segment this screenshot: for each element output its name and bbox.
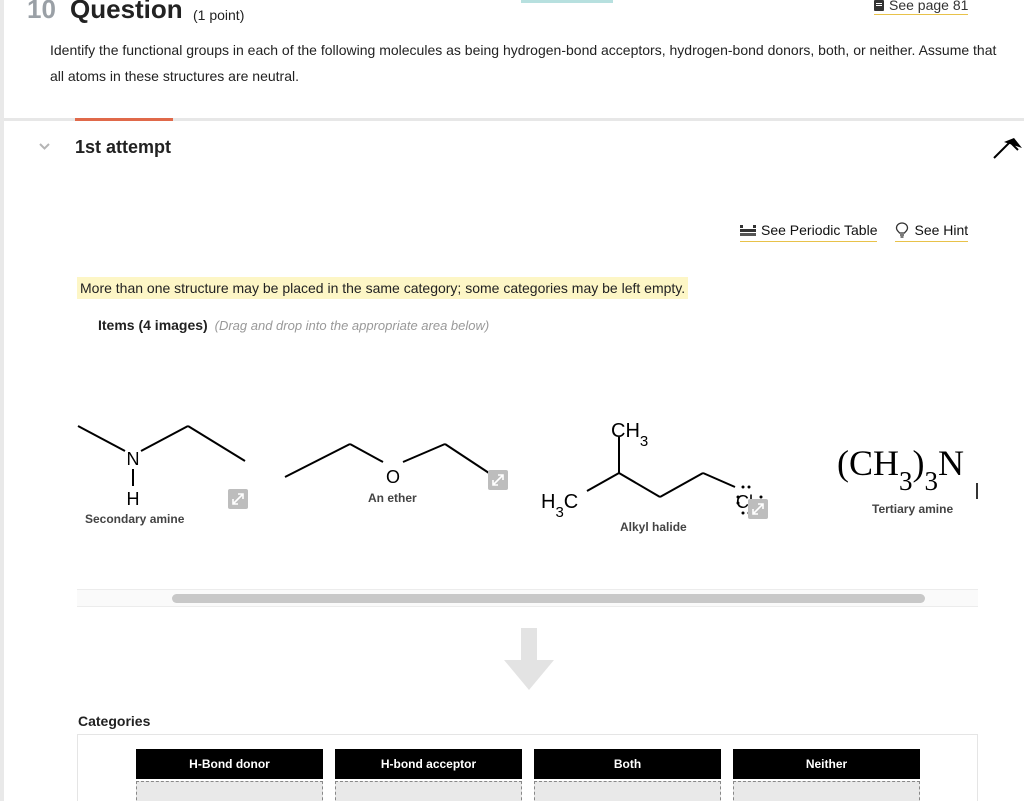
item-label: Tertiary amine <box>872 502 954 516</box>
instruction-note: More than one structure may be placed in… <box>77 277 689 299</box>
expand-icon[interactable] <box>748 499 768 519</box>
oxygen-atom: O <box>386 467 400 487</box>
draggable-item-alkyl-halide[interactable]: CH3 H3C Cl Alkyl halide <box>535 415 775 540</box>
attempt-label: 1st attempt <box>75 137 172 157</box>
question-number: 10 <box>27 0 56 24</box>
nitrogen-atom: N <box>127 449 140 469</box>
categories-heading: Categories <box>78 713 151 729</box>
items-hint: (Drag and drop into the appropriate area… <box>214 318 490 333</box>
category-header: Neither <box>733 749 920 779</box>
items-title: Items (4 images) <box>98 317 208 333</box>
item-label: Secondary amine <box>85 512 185 526</box>
hint-label: See Hint <box>914 222 969 238</box>
book-icon <box>874 0 884 11</box>
cursor-arrow-icon <box>993 138 1022 159</box>
chevron-down-icon[interactable] <box>39 141 50 152</box>
scrollbar-thumb[interactable] <box>172 594 925 603</box>
draggable-item-tertiary-amine[interactable]: (CH3)3N Tertiary amine <box>835 435 1024 525</box>
periodic-table-icon <box>740 225 756 236</box>
category-neither: Neither <box>733 749 920 801</box>
down-arrow-icon <box>504 628 554 690</box>
methyl-top-label: CH3 <box>611 420 648 450</box>
question-points: (1 point) <box>193 7 245 23</box>
items-heading: Items (4 images) (Drag and drop into the… <box>98 317 489 333</box>
category-header: H-Bond donor <box>136 749 323 779</box>
drop-zone[interactable] <box>136 781 323 801</box>
methyl-left-label: H3C <box>541 491 578 520</box>
top-accent-bar <box>521 0 613 3</box>
category-hbond-acceptor: H-bond acceptor <box>335 749 522 801</box>
expand-icon[interactable] <box>228 489 248 509</box>
draggable-item-secondary-amine[interactable]: N H Secondary amine <box>75 415 255 535</box>
drop-zone[interactable] <box>733 781 920 801</box>
item-label: Alkyl halide <box>620 520 687 534</box>
tool-links: See Periodic Table See Hint <box>740 222 969 242</box>
category-both: Both <box>534 749 721 801</box>
expand-icon[interactable] <box>488 470 508 490</box>
periodic-table-label: See Periodic Table <box>761 222 878 238</box>
category-header: H-bond acceptor <box>335 749 522 779</box>
see-page-link[interactable]: See page 81 <box>874 0 969 15</box>
draggable-item-ether[interactable]: O An ether <box>280 440 510 520</box>
category-hbond-donor: H-Bond donor <box>136 749 323 801</box>
tertiary-amine-formula: (CH3)3N <box>837 443 964 496</box>
items-scrollbar[interactable] <box>77 589 978 607</box>
drop-zone[interactable] <box>335 781 522 801</box>
question-header: 10 Question (1 point) See page 81 Identi… <box>0 0 1024 120</box>
periodic-table-link[interactable]: See Periodic Table <box>740 222 878 242</box>
tertiary-amine-structure: (CH3)3N <box>837 443 978 499</box>
hint-link[interactable]: See Hint <box>895 222 969 242</box>
item-label: An ether <box>368 491 417 505</box>
alkyl-halide-structure: CH3 H3C Cl <box>541 420 763 520</box>
question-title: Question <box>70 0 183 24</box>
hydrogen-atom: H <box>127 489 140 509</box>
drop-zone[interactable] <box>534 781 721 801</box>
category-header: Both <box>534 749 721 779</box>
lightbulb-icon <box>896 222 909 238</box>
question-prompt: Identify the functional groups in each o… <box>50 42 997 84</box>
see-page-label: See page 81 <box>889 0 969 13</box>
attempt-tab-indicator <box>75 118 173 121</box>
